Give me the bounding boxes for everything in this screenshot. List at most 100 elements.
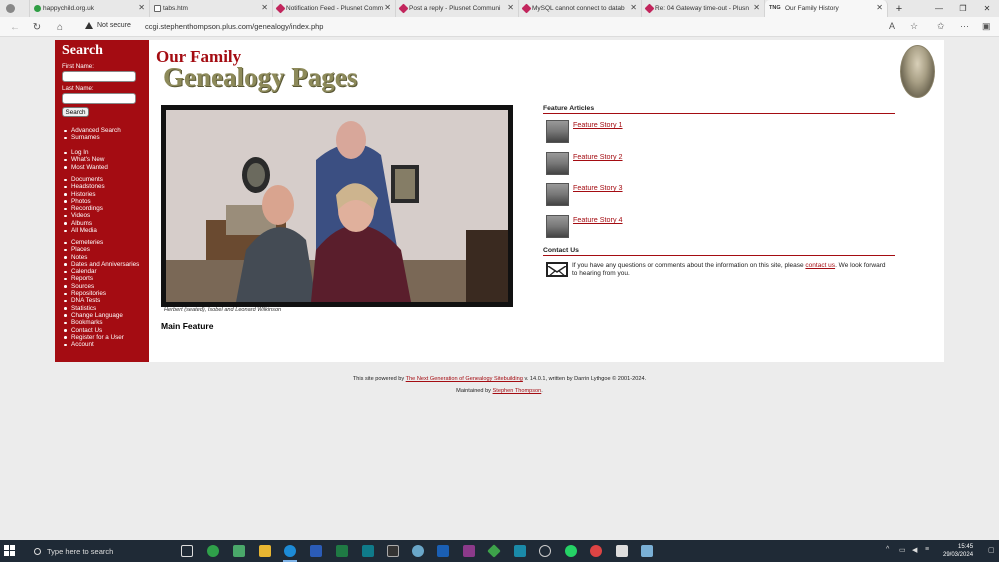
sidebar-item-headstones[interactable]: Headstones: [63, 183, 105, 190]
close-tab-icon[interactable]: ✕: [384, 3, 391, 12]
feature-story-4-link[interactable]: Feature Story 4: [573, 215, 623, 224]
word-icon[interactable]: [310, 545, 322, 557]
sidebar-item-whats-new[interactable]: What's New: [63, 156, 108, 163]
tng-link[interactable]: The Next Generation of Genealogy Sitebui…: [406, 376, 523, 382]
search-button[interactable]: Search: [62, 107, 89, 117]
sidebar-item-register[interactable]: Register for a User: [63, 334, 139, 341]
browser-tab-1[interactable]: happychild.org.uk ✕: [30, 0, 150, 17]
profile-avatar-button[interactable]: [0, 0, 30, 17]
task-view-icon[interactable]: [181, 545, 193, 557]
sidebar-item-register-continued[interactable]: Account: [63, 341, 139, 348]
feature-story-3-thumbnail[interactable]: [546, 183, 569, 206]
sidebar-item-advanced-search[interactable]: Advanced Search: [63, 127, 121, 134]
sidebar-item-videos[interactable]: Videos: [63, 212, 105, 219]
sidebar-item-surnames[interactable]: Surnames: [63, 134, 121, 141]
browser-tab-6[interactable]: Re: 04 Gateway time-out - Plusn ✕: [642, 0, 765, 17]
app-icon[interactable]: [233, 545, 245, 557]
feature-story-2-link[interactable]: Feature Story 2: [573, 152, 623, 161]
network-icon[interactable]: ▭: [899, 546, 906, 554]
sidebar-item-contact-us[interactable]: Contact Us: [63, 327, 139, 334]
sidebar-item-change-language[interactable]: Change Language: [63, 312, 139, 319]
app-icon[interactable]: [616, 545, 628, 557]
tab-title: MySQL cannot connect to datab: [532, 5, 625, 12]
sidebar-item-albums[interactable]: Albums: [63, 220, 105, 227]
sidebar-item-recordings[interactable]: Recordings: [63, 205, 105, 212]
favorites-icon[interactable]: ✩: [937, 21, 945, 32]
restore-icon[interactable]: ❐: [951, 0, 975, 17]
close-tab-icon[interactable]: ✕: [753, 3, 760, 12]
sidebar-item-photos[interactable]: Photos: [63, 198, 105, 205]
feature-story-3-link[interactable]: Feature Story 3: [573, 183, 623, 192]
sidebar-item-dates-anniversaries[interactable]: Dates and Anniversaries: [63, 261, 139, 268]
sidebar-item-bookmarks[interactable]: Bookmarks: [63, 319, 139, 326]
chevron-up-icon[interactable]: ^: [886, 546, 889, 553]
taskbar-clock[interactable]: 15:45 29/03/2024: [943, 543, 973, 559]
feature-story-1-link[interactable]: Feature Story 1: [573, 120, 623, 129]
close-tab-icon[interactable]: ✕: [507, 3, 514, 12]
more-menu-icon[interactable]: ···: [960, 21, 969, 31]
favorite-star-icon[interactable]: ☆: [910, 21, 918, 32]
feature-story-2-thumbnail[interactable]: [546, 152, 569, 175]
edge-browser-icon[interactable]: [284, 545, 296, 557]
read-aloud-icon[interactable]: A: [889, 21, 895, 31]
sidebar-item-dna-tests[interactable]: DNA Tests: [63, 297, 139, 304]
feature-story-1-thumbnail[interactable]: [546, 120, 569, 143]
sidebar-item-cemeteries[interactable]: Cemeteries: [63, 239, 139, 246]
sidebar-item-log-in[interactable]: Log In: [63, 149, 108, 156]
browser-tab-2[interactable]: tabs.htm ✕: [150, 0, 273, 17]
sidebar-item-documents[interactable]: Documents: [63, 176, 105, 183]
sidebar-item-sources[interactable]: Sources: [63, 283, 139, 290]
volume-icon[interactable]: ◀: [912, 546, 917, 554]
close-tab-icon[interactable]: ✕: [138, 3, 145, 12]
close-tab-icon[interactable]: ✕: [630, 3, 637, 12]
excel-icon[interactable]: [336, 545, 348, 557]
maintainer-link[interactable]: Stephen Thompson: [493, 388, 542, 394]
file-explorer-icon[interactable]: [259, 545, 271, 557]
sidebar-item-repositories[interactable]: Repositories: [63, 290, 139, 297]
publisher-icon[interactable]: [362, 545, 374, 557]
app-icon[interactable]: [412, 545, 424, 557]
sidebar-item-all-media[interactable]: All Media: [63, 227, 105, 234]
calculator-icon[interactable]: [387, 545, 399, 557]
windows-start-icon[interactable]: [4, 545, 16, 557]
sidebar-item-calendar[interactable]: Calendar: [63, 268, 139, 275]
main-feature-photo[interactable]: [161, 105, 513, 307]
sidebar-item-most-wanted[interactable]: Most Wanted: [63, 164, 108, 171]
language-icon[interactable]: ≡: [925, 546, 929, 553]
first-name-input[interactable]: [62, 71, 136, 82]
app-icon[interactable]: [487, 544, 501, 558]
app-icon[interactable]: [463, 545, 475, 557]
close-tab-icon[interactable]: ✕: [261, 3, 268, 12]
chrome-app-icon[interactable]: [207, 545, 219, 557]
outlook-icon[interactable]: [437, 545, 449, 557]
url-field[interactable]: ccgi.stephenthompson.plus.com/genealogy/…: [145, 22, 323, 31]
app-icon[interactable]: [539, 545, 551, 557]
browser-tab-5[interactable]: MySQL cannot connect to datab ✕: [519, 0, 642, 17]
app-icon[interactable]: [641, 545, 653, 557]
app-icon[interactable]: [590, 545, 602, 557]
last-name-input[interactable]: [62, 93, 136, 104]
sidebar-item-notes[interactable]: Notes: [63, 254, 139, 261]
app-icon[interactable]: [514, 545, 526, 557]
minimize-icon[interactable]: —: [927, 0, 951, 17]
home-icon[interactable]: ⌂: [53, 20, 67, 34]
notifications-icon[interactable]: ▢: [988, 546, 995, 554]
browser-tab-active[interactable]: TNG Our Family History ✕: [765, 0, 888, 17]
close-tab-icon[interactable]: ✕: [876, 3, 883, 12]
whatsapp-icon[interactable]: [565, 545, 577, 557]
window-close-icon[interactable]: ✕: [975, 0, 999, 17]
contact-us-link[interactable]: contact us: [805, 262, 835, 269]
browser-tab-4[interactable]: Post a reply - Plusnet Communi ✕: [396, 0, 519, 17]
security-indicator[interactable]: Not secure: [85, 22, 131, 29]
sidebar-toggle-icon[interactable]: ▣: [982, 21, 991, 32]
taskbar-search-box[interactable]: Type here to search: [28, 542, 176, 560]
back-arrow-icon[interactable]: ←: [8, 20, 22, 34]
sidebar-item-statistics[interactable]: Statistics: [63, 305, 139, 312]
browser-tab-3[interactable]: Notification Feed - Plusnet Comm ✕: [273, 0, 396, 17]
new-tab-button[interactable]: +: [888, 0, 910, 17]
feature-story-4-thumbnail[interactable]: [546, 215, 569, 238]
sidebar-item-reports[interactable]: Reports: [63, 275, 139, 282]
sidebar-item-histories[interactable]: Histories: [63, 191, 105, 198]
sidebar-item-places[interactable]: Places: [63, 246, 139, 253]
refresh-icon[interactable]: ↻: [30, 20, 44, 34]
